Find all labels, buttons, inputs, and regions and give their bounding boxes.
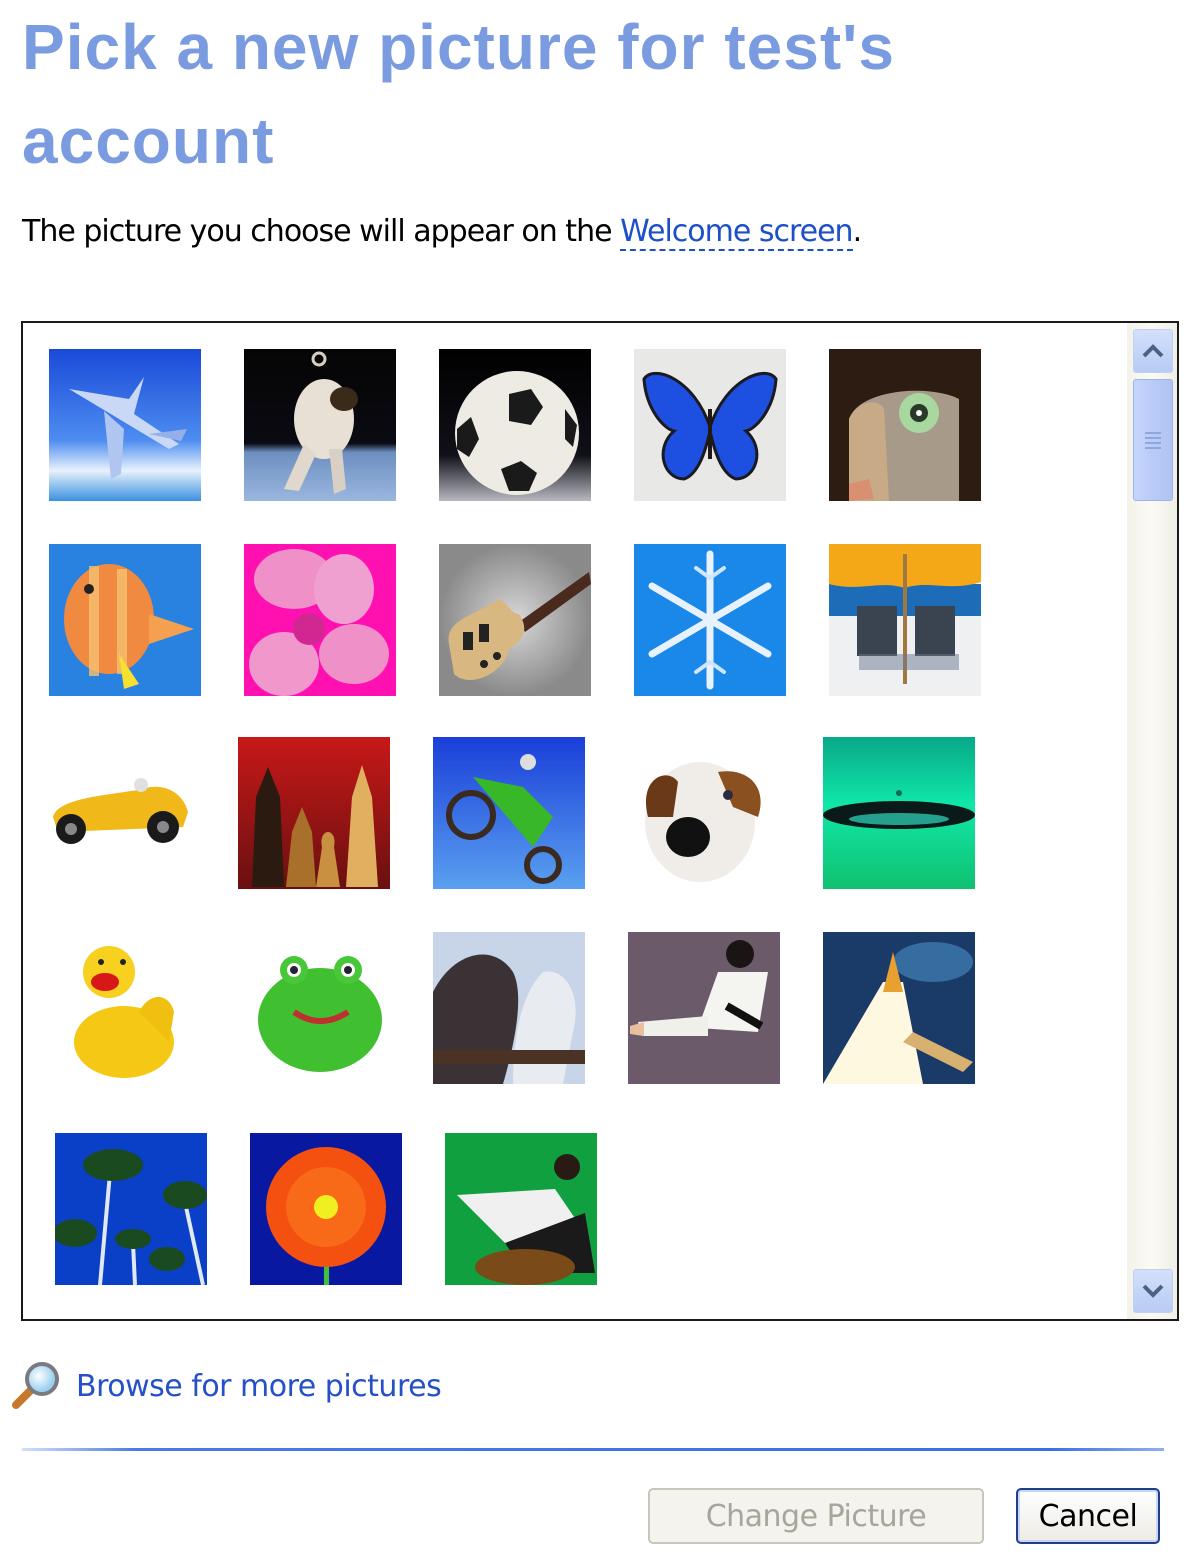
skateboarder-icon [445,1133,597,1285]
beach-chairs-icon [829,544,981,696]
subtitle: The picture you choose will appear on th… [22,214,862,251]
magnifier-icon [12,1362,59,1409]
picture-karate[interactable] [628,932,780,1084]
browse-more-pictures-label: Browse for more pictures [76,1368,442,1404]
picture-water-drop[interactable] [823,737,975,889]
frog-icon [244,932,396,1084]
picture-astronaut[interactable] [244,349,396,501]
picture-race-car[interactable] [43,737,195,889]
soccer-ball-icon [439,349,591,501]
picture-listbox[interactable] [21,321,1179,1321]
picture-airplane[interactable] [49,349,201,501]
vertical-scrollbar[interactable] [1127,323,1177,1319]
butterfly-icon [634,349,786,501]
guitar-icon [439,544,591,696]
space-shuttle-icon [823,932,975,1084]
pink-flower-icon [244,544,396,696]
welcome-screen-link[interactable]: Welcome screen [620,214,854,251]
picture-soccer-ball[interactable] [439,349,591,501]
chevron-down-icon [1142,1284,1164,1298]
karate-icon [628,932,780,1084]
palm-trees-icon [55,1133,207,1285]
picture-guitar[interactable] [439,544,591,696]
cancel-button[interactable]: Cancel [1016,1488,1160,1544]
picture-horses[interactable] [433,932,585,1084]
picture-dog[interactable] [628,737,780,889]
chevron-up-icon [1142,344,1164,358]
astronaut-icon [244,349,396,501]
subtitle-period: . [852,214,862,249]
picture-space-shuttle[interactable] [823,932,975,1084]
rubber-duck-icon [49,932,201,1084]
water-drop-icon [823,737,975,889]
picture-pink-flower[interactable] [244,544,396,696]
browse-more-pictures-link[interactable]: Browse for more pictures [8,1358,442,1414]
page-title: Pick a new picture for test's account [22,11,895,177]
picture-frog[interactable] [244,932,396,1084]
change-picture-button[interactable]: Change Picture [648,1488,984,1544]
horses-icon [433,932,585,1084]
picture-skateboarder[interactable] [445,1133,597,1285]
picture-beach-chairs[interactable] [829,544,981,696]
scroll-up-button[interactable] [1133,329,1173,373]
dog-icon [628,737,780,889]
cat-icon [829,349,981,501]
picture-butterfly[interactable] [634,349,786,501]
picture-dirt-bike[interactable] [433,737,585,889]
race-car-icon [43,737,195,889]
picture-fish[interactable] [49,544,201,696]
divider [22,1448,1164,1451]
picture-palm-trees[interactable] [55,1133,207,1285]
picture-orange-flower[interactable] [250,1133,402,1285]
chess-icon [238,737,390,889]
fish-icon [49,544,201,696]
picture-rubber-duck[interactable] [49,932,201,1084]
scroll-down-button[interactable] [1133,1269,1173,1313]
picture-cat[interactable] [829,349,981,501]
dirt-bike-icon [433,737,585,889]
grip-icon [1145,429,1161,452]
subtitle-text: The picture you choose will appear on th… [22,214,621,249]
orange-flower-icon [250,1133,402,1285]
snowflake-icon [634,544,786,696]
picture-snowflake[interactable] [634,544,786,696]
scrollbar-thumb[interactable] [1133,379,1173,501]
picture-chess[interactable] [238,737,390,889]
airplane-icon [49,349,201,501]
